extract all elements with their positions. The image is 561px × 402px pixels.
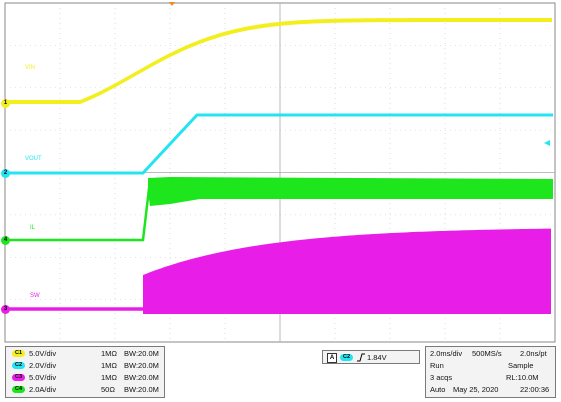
ch1-impedance: 1MΩ [101,349,118,358]
sample-rate: 500MS/s [472,349,502,358]
ch3-bandwidth: BW:20.0M [124,373,159,382]
ch1-badge[interactable]: C1 [12,350,25,357]
ch3-scale: 5.0V/div [29,373,57,382]
acquisition-count: 3 acqs [430,373,453,382]
ch3-ground-marker[interactable]: 3 [1,305,10,314]
trigger-mode-letter: A [327,353,337,363]
ch2-badge[interactable]: C2 [12,362,25,369]
resolution: 2.0ns/pt [520,349,547,358]
ch4-ground-marker[interactable]: 4 [1,236,10,245]
ch2-ground-marker[interactable]: 2 [1,169,10,178]
ch1-bandwidth: BW:20.0M [124,349,159,358]
vout-label: VOUT [25,156,42,162]
ch3-impedance: 1MΩ [101,373,118,382]
ch4-badge[interactable]: C4 [12,386,25,393]
channel-settings-panel: C1 5.0V/div 1MΩ BW:20.0M C2 2.0V/div 1MΩ… [5,346,165,398]
ch4-bandwidth: BW:20.0M [124,385,159,394]
ch3-badge[interactable]: C3 [12,374,25,381]
trigger-mode: Auto [430,385,446,394]
il-label: IL [30,225,36,231]
timebase: 2.0ms/div [430,349,463,358]
ch4-impedance: 50Ω [101,385,115,394]
ch2-impedance: 1MΩ [101,361,118,370]
date: May 25, 2020 [453,385,499,394]
ch4-scale: 2.0A/div [29,385,57,394]
waveform-display [4,2,556,343]
trigger-panel[interactable]: A C2 1.84V [322,350,420,364]
acquisition-panel: 2.0ms/div 500MS/s 2.0ns/pt Run Sample 3 … [425,346,556,398]
record-length: RL:10.0M [506,373,539,382]
run-state: Run [430,361,444,370]
acquisition-mode: Sample [508,361,534,370]
ch2-bandwidth: BW:20.0M [124,361,159,370]
ch1-ground-marker[interactable]: 1 [1,99,10,108]
trigger-source-badge: C2 [340,354,353,361]
ch1-scale: 5.0V/div [29,349,57,358]
rising-edge-icon [357,353,365,362]
trigger-level: 1.84V [367,353,387,362]
time: 22:00:36 [520,385,550,394]
ch2-scale: 2.0V/div [29,361,57,370]
sw-label: SW [30,293,40,299]
vin-label: VIN [25,65,36,71]
